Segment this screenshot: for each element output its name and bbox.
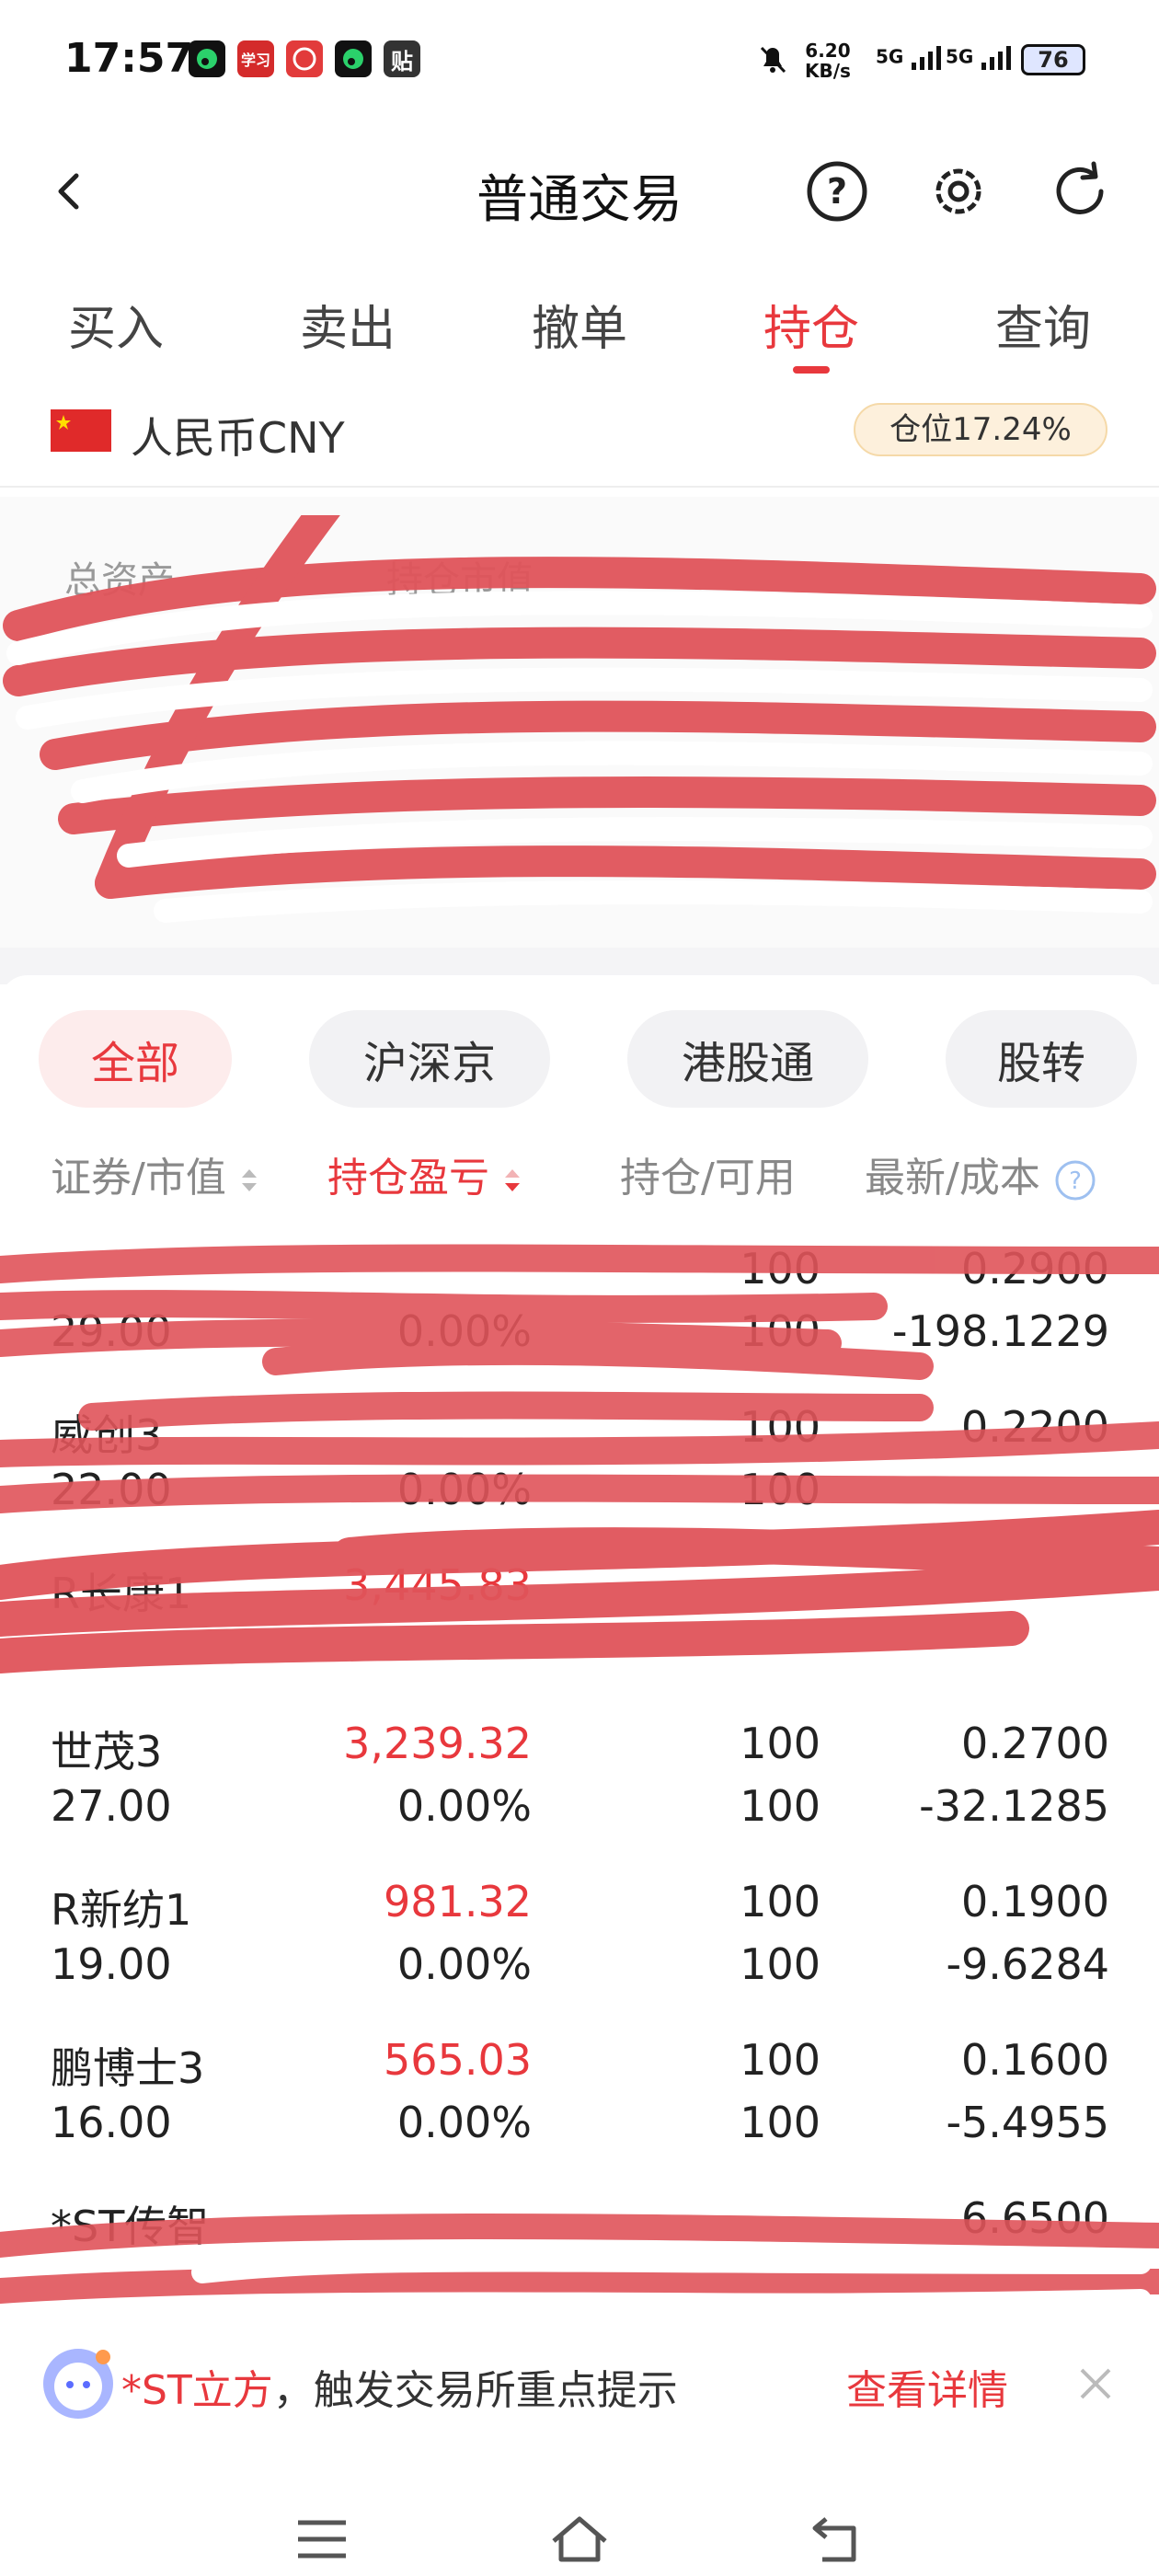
- status-time: 17:57: [64, 35, 194, 82]
- alert-notice-bar[interactable]: *ST立方，触发交易所重点提示 查看详情: [0, 2337, 1159, 2429]
- tieba-icon: 贴: [384, 40, 420, 77]
- filter-all[interactable]: 全部: [39, 1010, 232, 1108]
- position-ratio-badge: 仓位17.24%: [854, 403, 1107, 456]
- cost-price: -9.6284: [946, 1939, 1109, 1989]
- filter-sh-sz-bj[interactable]: 沪深京: [309, 1010, 550, 1108]
- sort-icon: [241, 1169, 257, 1191]
- status-bar: 17:57 学习 贴 6.20 KB/s 5G 5G 76: [0, 0, 1159, 120]
- privacy-scribble: [3, 515, 1156, 923]
- cost-price: -5.4955: [946, 2098, 1109, 2147]
- qq-music-icon: [189, 40, 225, 77]
- tab-buy[interactable]: 买入: [24, 290, 208, 359]
- view-details-link[interactable]: 查看详情: [846, 2357, 1008, 2416]
- learning-icon: 学习: [237, 40, 274, 77]
- sort-desc-icon: [505, 1169, 520, 1191]
- battery-indicator: 76: [1021, 44, 1085, 75]
- svg-text:?: ?: [827, 171, 847, 212]
- latest-price: 0.2700: [961, 1719, 1109, 1768]
- latest-price: 0.1600: [961, 2035, 1109, 2085]
- qq-music-icon: [335, 40, 372, 77]
- tab-cancel[interactable]: 撤单: [488, 290, 671, 359]
- svg-text:?: ?: [1069, 1167, 1082, 1195]
- header-latest-cost[interactable]: 最新/成本 ?: [865, 1144, 1097, 1203]
- divider: [0, 486, 1159, 488]
- mute-bell-icon: [754, 40, 791, 77]
- notice-text: *ST立方，触发交易所重点提示: [121, 2367, 678, 2414]
- header-position[interactable]: 持仓/可用: [620, 1144, 796, 1203]
- app-icon: [286, 40, 323, 77]
- privacy-scribble: [0, 2214, 1159, 2320]
- back-nav-icon[interactable]: [809, 2512, 865, 2567]
- table-row[interactable]: R新纺1 19.00 981.32 0.00% 100 100 0.1900 -…: [0, 1866, 1159, 2024]
- assistant-avatar-icon: [39, 2344, 118, 2423]
- notice-stock: *ST立方: [121, 2367, 273, 2414]
- close-icon[interactable]: [1074, 2363, 1117, 2405]
- settings-gear-icon[interactable]: [924, 156, 993, 226]
- pnl-percent: 0.00%: [396, 1781, 532, 1831]
- table-row[interactable]: 世茂3 27.00 3,239.32 0.00% 100 100 0.2700 …: [0, 1708, 1159, 1866]
- menu-icon[interactable]: [294, 2512, 350, 2567]
- china-flag-icon: [51, 409, 111, 452]
- info-question-icon[interactable]: ?: [1053, 1158, 1097, 1202]
- tab-sell[interactable]: 卖出: [256, 290, 440, 359]
- active-tab-indicator: [793, 366, 830, 374]
- signal-2: 5G: [946, 44, 1016, 72]
- latest-price: 0.1900: [961, 1877, 1109, 1926]
- tab-holdings[interactable]: 持仓: [719, 290, 903, 359]
- privacy-scribble: [0, 1244, 1159, 1673]
- filter-hk-connect[interactable]: 港股通: [627, 1010, 868, 1108]
- pnl-amount: 981.32: [384, 1877, 532, 1926]
- help-icon[interactable]: ?: [802, 156, 872, 226]
- home-icon[interactable]: [550, 2512, 607, 2567]
- refresh-icon[interactable]: [1045, 156, 1115, 226]
- filter-neeq[interactable]: 股转: [946, 1010, 1137, 1108]
- net-speed: 6.20 KB/s: [805, 40, 851, 82]
- header-pnl[interactable]: 持仓盈亏: [327, 1144, 522, 1203]
- tab-query[interactable]: 查询: [951, 290, 1135, 359]
- pnl-percent: 0.00%: [396, 1939, 532, 1989]
- signal-1: 5G: [876, 44, 947, 72]
- pnl-percent: 0.00%: [396, 2098, 532, 2147]
- header-security-value[interactable]: 证券/市值: [51, 1144, 259, 1203]
- pnl-amount: 3,239.32: [343, 1719, 532, 1768]
- pnl-amount: 565.03: [384, 2035, 532, 2085]
- cost-price: -32.1285: [919, 1781, 1109, 1831]
- table-row[interactable]: 鹏博士3 16.00 565.03 0.00% 100 100 0.1600 -…: [0, 2024, 1159, 2182]
- currency-label[interactable]: 人民币CNY: [131, 405, 345, 466]
